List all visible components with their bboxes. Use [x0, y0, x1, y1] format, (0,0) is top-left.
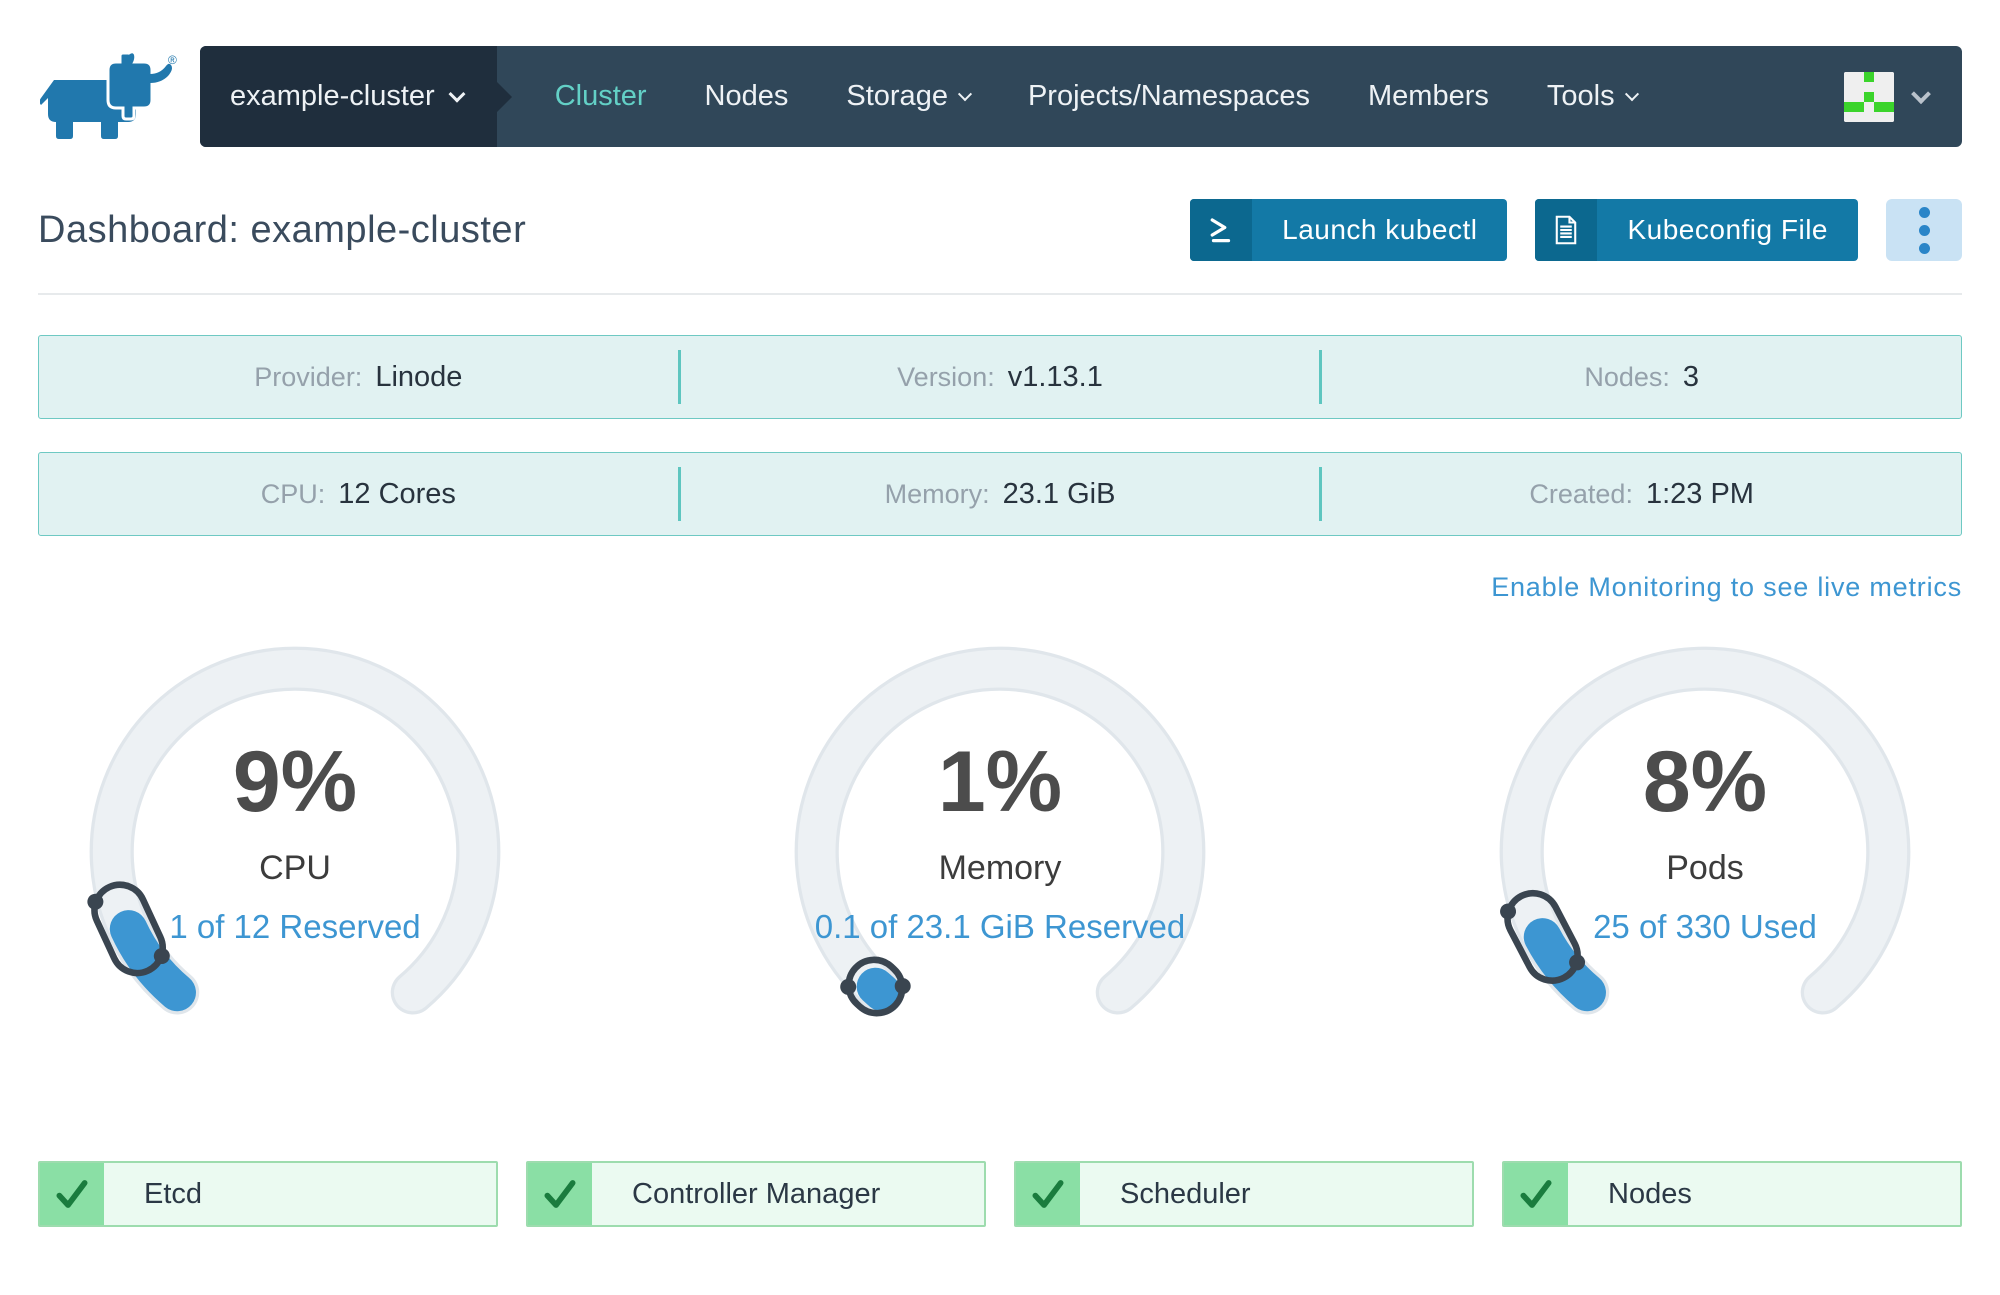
memory-gauge-title: Memory [938, 848, 1062, 887]
chevron-down-icon [1911, 83, 1931, 104]
memory-gauge-percent: 1% [937, 733, 1063, 830]
header-separator [38, 293, 1962, 295]
component-status-row: Etcd Controller Manager Scheduler Nodes [38, 1161, 1962, 1227]
check-icon [1504, 1163, 1568, 1225]
status-card-scheduler: Scheduler [1014, 1161, 1474, 1227]
cpu-gauge-title: CPU [259, 848, 331, 887]
info-nodes: Nodes: 3 [1584, 360, 1700, 393]
cluster-info-bar-1: Provider: Linode Version: v1.13.1 Nodes:… [38, 335, 1962, 419]
cluster-info-bar-2: CPU: 12 Cores Memory: 23.1 GiB Created: … [38, 452, 1962, 536]
status-card-nodes: Nodes [1502, 1161, 1962, 1227]
chevron-down-icon [448, 85, 466, 103]
cpu-gauge-percent: 9% [232, 733, 358, 830]
nav-item-tools[interactable]: Tools [1547, 80, 1639, 113]
nav-item-cluster[interactable]: Cluster [555, 80, 647, 113]
check-icon [528, 1163, 592, 1225]
resource-gauges: 9% CPU 1 of 12 Reserved 1% Memory 0.1 of… [38, 617, 1962, 1087]
info-provider: Provider: Linode [254, 360, 463, 393]
top-navigation-bar: ® example-cluster Cluster Nodes Storage [38, 46, 1962, 147]
info-created: Created: 1:23 PM [1529, 477, 1754, 510]
cluster-picker-label: example-cluster [230, 80, 435, 112]
status-card-controller-manager: Controller Manager [526, 1161, 986, 1227]
header-actions: Launch kubectl Kubeconfig File [1190, 199, 1962, 261]
avatar [1844, 71, 1894, 122]
nav-items: Cluster Nodes Storage Projects/Namespace… [555, 46, 1639, 147]
chevron-down-icon [957, 86, 973, 101]
chevron-down-icon [1624, 86, 1639, 101]
enable-monitoring-link[interactable]: Enable Monitoring to see live metrics [1491, 572, 1962, 602]
more-actions-button[interactable] [1886, 199, 1962, 261]
nav-item-storage[interactable]: Storage [846, 80, 973, 113]
pods-gauge-detail: 25 of 330 Used [1593, 907, 1817, 945]
cpu-gauge-detail: 1 of 12 Reserved [169, 907, 421, 945]
launch-kubectl-button[interactable]: Launch kubectl [1190, 199, 1508, 261]
rancher-dashboard-page: ® example-cluster Cluster Nodes Storage [0, 46, 2000, 1295]
identicon-image [1844, 71, 1894, 122]
memory-gauge-detail: 0.1 of 23.1 GiB Reserved [814, 907, 1186, 945]
memory-gauge: 1% Memory 0.1 of 23.1 GiB Reserved [765, 617, 1235, 1087]
cpu-gauge: 9% CPU 1 of 12 Reserved [60, 617, 530, 1087]
nav-item-nodes[interactable]: Nodes [705, 80, 789, 113]
rancher-logo[interactable]: ® [39, 51, 178, 147]
registered-mark: ® [168, 53, 177, 67]
file-icon [1535, 199, 1598, 261]
kebab-menu-icon [1918, 206, 1930, 218]
monitoring-link-row: Enable Monitoring to see live metrics [38, 572, 1962, 603]
pods-gauge-percent: 8% [1642, 733, 1768, 830]
status-card-etcd: Etcd [38, 1161, 498, 1227]
info-cpu: CPU: 12 Cores [260, 477, 456, 510]
terminal-icon [1190, 199, 1253, 261]
check-icon [1016, 1163, 1080, 1225]
rancher-cow-icon: ® [39, 51, 177, 139]
nav-item-projects-namespaces[interactable]: Projects/Namespaces [1028, 80, 1310, 113]
info-memory: Memory: 23.1 GiB [884, 477, 1116, 510]
user-menu[interactable] [1844, 46, 1962, 147]
nav-item-members[interactable]: Members [1368, 80, 1489, 113]
check-icon [40, 1163, 104, 1225]
kubeconfig-file-button[interactable]: Kubeconfig File [1535, 199, 1858, 261]
pods-gauge: 8% Pods 25 of 330 Used [1470, 617, 1940, 1087]
main-nav: example-cluster Cluster Nodes Storage Pr… [200, 46, 1962, 147]
page-header: Dashboard: example-cluster Launch kubect… [38, 199, 1962, 261]
page-title: Dashboard: example-cluster [38, 208, 527, 251]
pods-gauge-title: Pods [1666, 848, 1744, 887]
info-version: Version: v1.13.1 [897, 360, 1103, 393]
cluster-picker-dropdown[interactable]: example-cluster [200, 46, 512, 147]
